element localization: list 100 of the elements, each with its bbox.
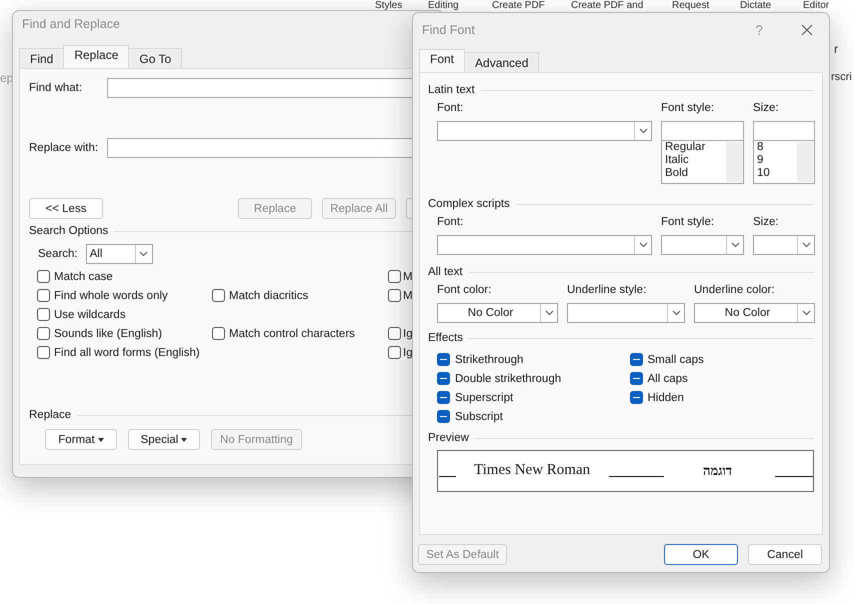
chevron-down-icon	[638, 128, 648, 134]
dropdown[interactable]	[567, 303, 685, 323]
checkbox[interactable]	[437, 410, 450, 423]
checkbox[interactable]	[388, 270, 401, 283]
dialog-button[interactable]: Special	[128, 429, 200, 450]
chevron-down-icon	[638, 242, 648, 248]
font-dropdown[interactable]	[437, 235, 652, 255]
checkbox[interactable]	[212, 327, 225, 340]
list-item[interactable]: 10	[757, 167, 796, 180]
checkbox-option[interactable]: Small caps	[630, 350, 822, 369]
field-label: Size:	[753, 102, 780, 116]
close-icon[interactable]	[801, 24, 813, 36]
chevron-down-icon	[802, 310, 810, 316]
field-label: Find what:	[29, 82, 84, 94]
ribbon-label[interactable]: Create PDF and	[571, 0, 644, 11]
checkbox[interactable]	[437, 353, 450, 366]
checkbox[interactable]	[630, 391, 642, 404]
group-title: Replace	[29, 409, 72, 421]
field-label: Replace with:	[29, 142, 100, 154]
checkbox-option[interactable]: Superscript	[437, 388, 630, 407]
search-dropdown[interactable]: All	[86, 244, 153, 264]
chevron-down-icon	[544, 310, 554, 316]
checkbox[interactable]	[388, 327, 401, 340]
checkbox-option[interactable]: Match control characters	[212, 324, 388, 343]
list-item[interactable]: Bold	[665, 167, 725, 180]
checkbox[interactable]	[630, 372, 642, 385]
ribbon-label[interactable]: rscri	[831, 71, 852, 83]
group-title: Effects	[428, 332, 463, 344]
list-item[interactable]: Regular	[665, 141, 725, 154]
window-title: Find and Replace	[22, 17, 120, 31]
tab[interactable]: Find	[19, 48, 64, 68]
checkbox-option[interactable]: Find whole words only	[37, 286, 212, 305]
checkbox-option[interactable]: Find all word forms (English)	[37, 343, 212, 362]
list-item[interactable]: 8	[757, 141, 796, 154]
tab[interactable]: Font	[419, 49, 466, 72]
checkbox[interactable]	[37, 270, 50, 283]
checkbox-option[interactable]: Ig	[388, 324, 413, 343]
checkbox-option[interactable]: Match diacritics	[212, 286, 388, 305]
group-title: Latin text	[428, 84, 475, 96]
checkbox[interactable]	[37, 308, 50, 321]
font-dropdown[interactable]	[437, 121, 652, 141]
chevron-down-icon	[730, 242, 740, 248]
font-style-list[interactable]: Regular Italic Bold	[661, 141, 744, 184]
preview-text: Times New Roman	[474, 462, 590, 479]
list-item[interactable]: 9	[757, 154, 796, 167]
tab[interactable]: Advanced	[464, 52, 540, 72]
tab[interactable]: Go To	[128, 48, 182, 68]
field-label: Font color:	[437, 284, 492, 298]
font-style-field[interactable]	[661, 121, 744, 141]
checkbox-option[interactable]: Use wildcards	[37, 305, 212, 324]
ribbon-label[interactable]: Request	[672, 0, 710, 11]
checkbox[interactable]	[437, 372, 450, 385]
dropdown[interactable]: No Color	[694, 303, 815, 323]
field-label: Font:	[437, 102, 464, 116]
ribbon-label[interactable]: Create PDF	[492, 0, 545, 11]
ribbon-label[interactable]: Editing	[428, 0, 459, 11]
dialog-button[interactable]: << Less	[29, 198, 103, 219]
checkbox[interactable]	[437, 391, 450, 404]
checkbox-option[interactable]: Double strikethrough	[437, 369, 630, 388]
field-label: Font style:	[661, 102, 716, 116]
ribbon-label[interactable]: Dictate	[740, 0, 772, 11]
checkbox-option[interactable]: M	[388, 286, 413, 305]
caret-icon	[181, 438, 188, 442]
font-style-dropdown[interactable]	[661, 235, 744, 255]
checkbox[interactable]	[37, 327, 50, 340]
checkbox-option[interactable]: Strikethrough	[437, 350, 630, 369]
checkbox[interactable]	[388, 346, 401, 359]
checkbox-option[interactable]: All caps	[630, 369, 822, 388]
checkbox-option[interactable]: Sounds like (English)	[37, 324, 212, 343]
field-label: Underline color:	[694, 284, 776, 298]
list-item[interactable]: Italic	[665, 154, 725, 167]
checkbox[interactable]	[212, 289, 225, 302]
ribbon-label[interactable]: Styles	[375, 0, 402, 11]
ribbon-label[interactable]: Editor	[803, 0, 830, 11]
checkbox-option[interactable]: Subscript	[437, 407, 630, 426]
group-title: All text	[428, 266, 463, 278]
checkbox[interactable]	[37, 289, 50, 302]
checkbox[interactable]	[37, 346, 50, 359]
field-label: Size:	[753, 216, 780, 230]
ribbon-label[interactable]: r	[834, 42, 838, 56]
checkbox-option[interactable]: Hidden	[630, 388, 822, 407]
group-title: Preview	[428, 432, 469, 444]
group-title: Complex scripts	[428, 198, 510, 210]
field-label: Underline style:	[567, 284, 648, 298]
size-dropdown[interactable]	[753, 235, 815, 255]
group-title: Search Options	[29, 225, 108, 237]
dialog-button[interactable]: OK	[664, 544, 738, 565]
size-field[interactable]	[753, 121, 815, 141]
dialog-button[interactable]: Cancel	[748, 544, 822, 565]
checkbox-option[interactable]: Ig	[388, 343, 413, 362]
dialog-button[interactable]: Format	[45, 429, 117, 450]
field-label: Search:	[38, 248, 78, 260]
checkbox[interactable]	[630, 353, 642, 366]
size-list[interactable]: 8 9 10	[753, 141, 815, 184]
checkbox[interactable]	[388, 289, 401, 302]
checkbox-option[interactable]: M	[388, 267, 413, 286]
dropdown[interactable]: No Color	[437, 303, 558, 323]
preview-text: דוגמה	[703, 463, 732, 479]
tab[interactable]: Replace	[63, 45, 130, 68]
checkbox-option[interactable]: Match case	[37, 267, 212, 286]
